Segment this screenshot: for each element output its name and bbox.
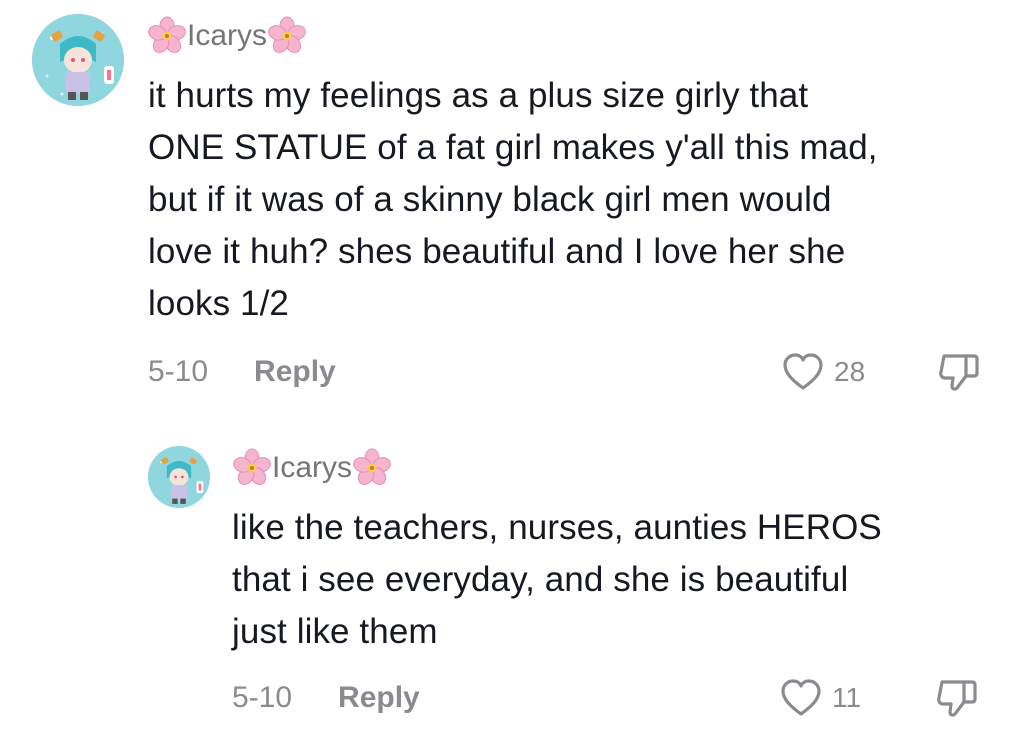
comment-text: like the teachers, nurses, aunties HEROS… (232, 502, 1012, 658)
cherry-blossom-icon (147, 16, 187, 56)
heart-icon (780, 678, 822, 718)
username-label: Icarys (187, 19, 268, 52)
comment-text-line: love it huh? shes beautiful and I love h… (148, 232, 846, 271)
reply-button[interactable]: Reply (254, 355, 336, 389)
comment-meta: 5-10 Reply (232, 678, 420, 718)
comment-date: 5-10 (148, 355, 209, 388)
comment-text-line: just like them (232, 612, 438, 651)
comment-meta: 5-10 Reply (148, 352, 336, 392)
heart-icon (782, 352, 824, 392)
dislike-button[interactable] (936, 350, 982, 394)
cherry-blossom-icon (267, 16, 307, 56)
comment-text-line: but if it was of a skinny black girl men… (148, 180, 832, 219)
username-label: Icarys (272, 451, 353, 484)
username[interactable]: Icarys (232, 446, 392, 490)
avatar[interactable] (148, 446, 210, 508)
thumbs-down-icon (936, 350, 982, 394)
cherry-blossom-icon (232, 448, 272, 488)
like-button[interactable]: 11 (780, 676, 861, 720)
comment-text-line: like the teachers, nurses, aunties HEROS (232, 508, 882, 547)
reply-comment: Icarys like the teachers, nurses, auntie… (0, 430, 1024, 734)
username[interactable]: Icarys (147, 14, 307, 58)
reply-button[interactable]: Reply (338, 681, 420, 715)
thumbs-down-icon (934, 676, 980, 720)
comment: Icarys it hurts my feelings as a plus si… (0, 0, 1024, 410)
comment-date: 5-10 (232, 681, 293, 714)
comment-text-line: that i see everyday, and she is beautifu… (232, 560, 849, 599)
comment-text-line: ONE STATUE of a fat girl makes y'all thi… (148, 128, 878, 167)
like-count: 11 (832, 682, 862, 713)
comment-text-line: looks 1/2 (148, 284, 289, 323)
comment-text-line: it hurts my feelings as a plus size girl… (148, 76, 809, 115)
avatar[interactable] (32, 14, 124, 106)
avatar-image (148, 446, 210, 508)
dislike-button[interactable] (934, 676, 980, 720)
like-button[interactable]: 28 (782, 350, 865, 394)
cherry-blossom-icon (352, 448, 392, 488)
like-count: 28 (834, 356, 866, 387)
comment-text: it hurts my feelings as a plus size girl… (148, 70, 1008, 330)
avatar-image (32, 14, 124, 106)
